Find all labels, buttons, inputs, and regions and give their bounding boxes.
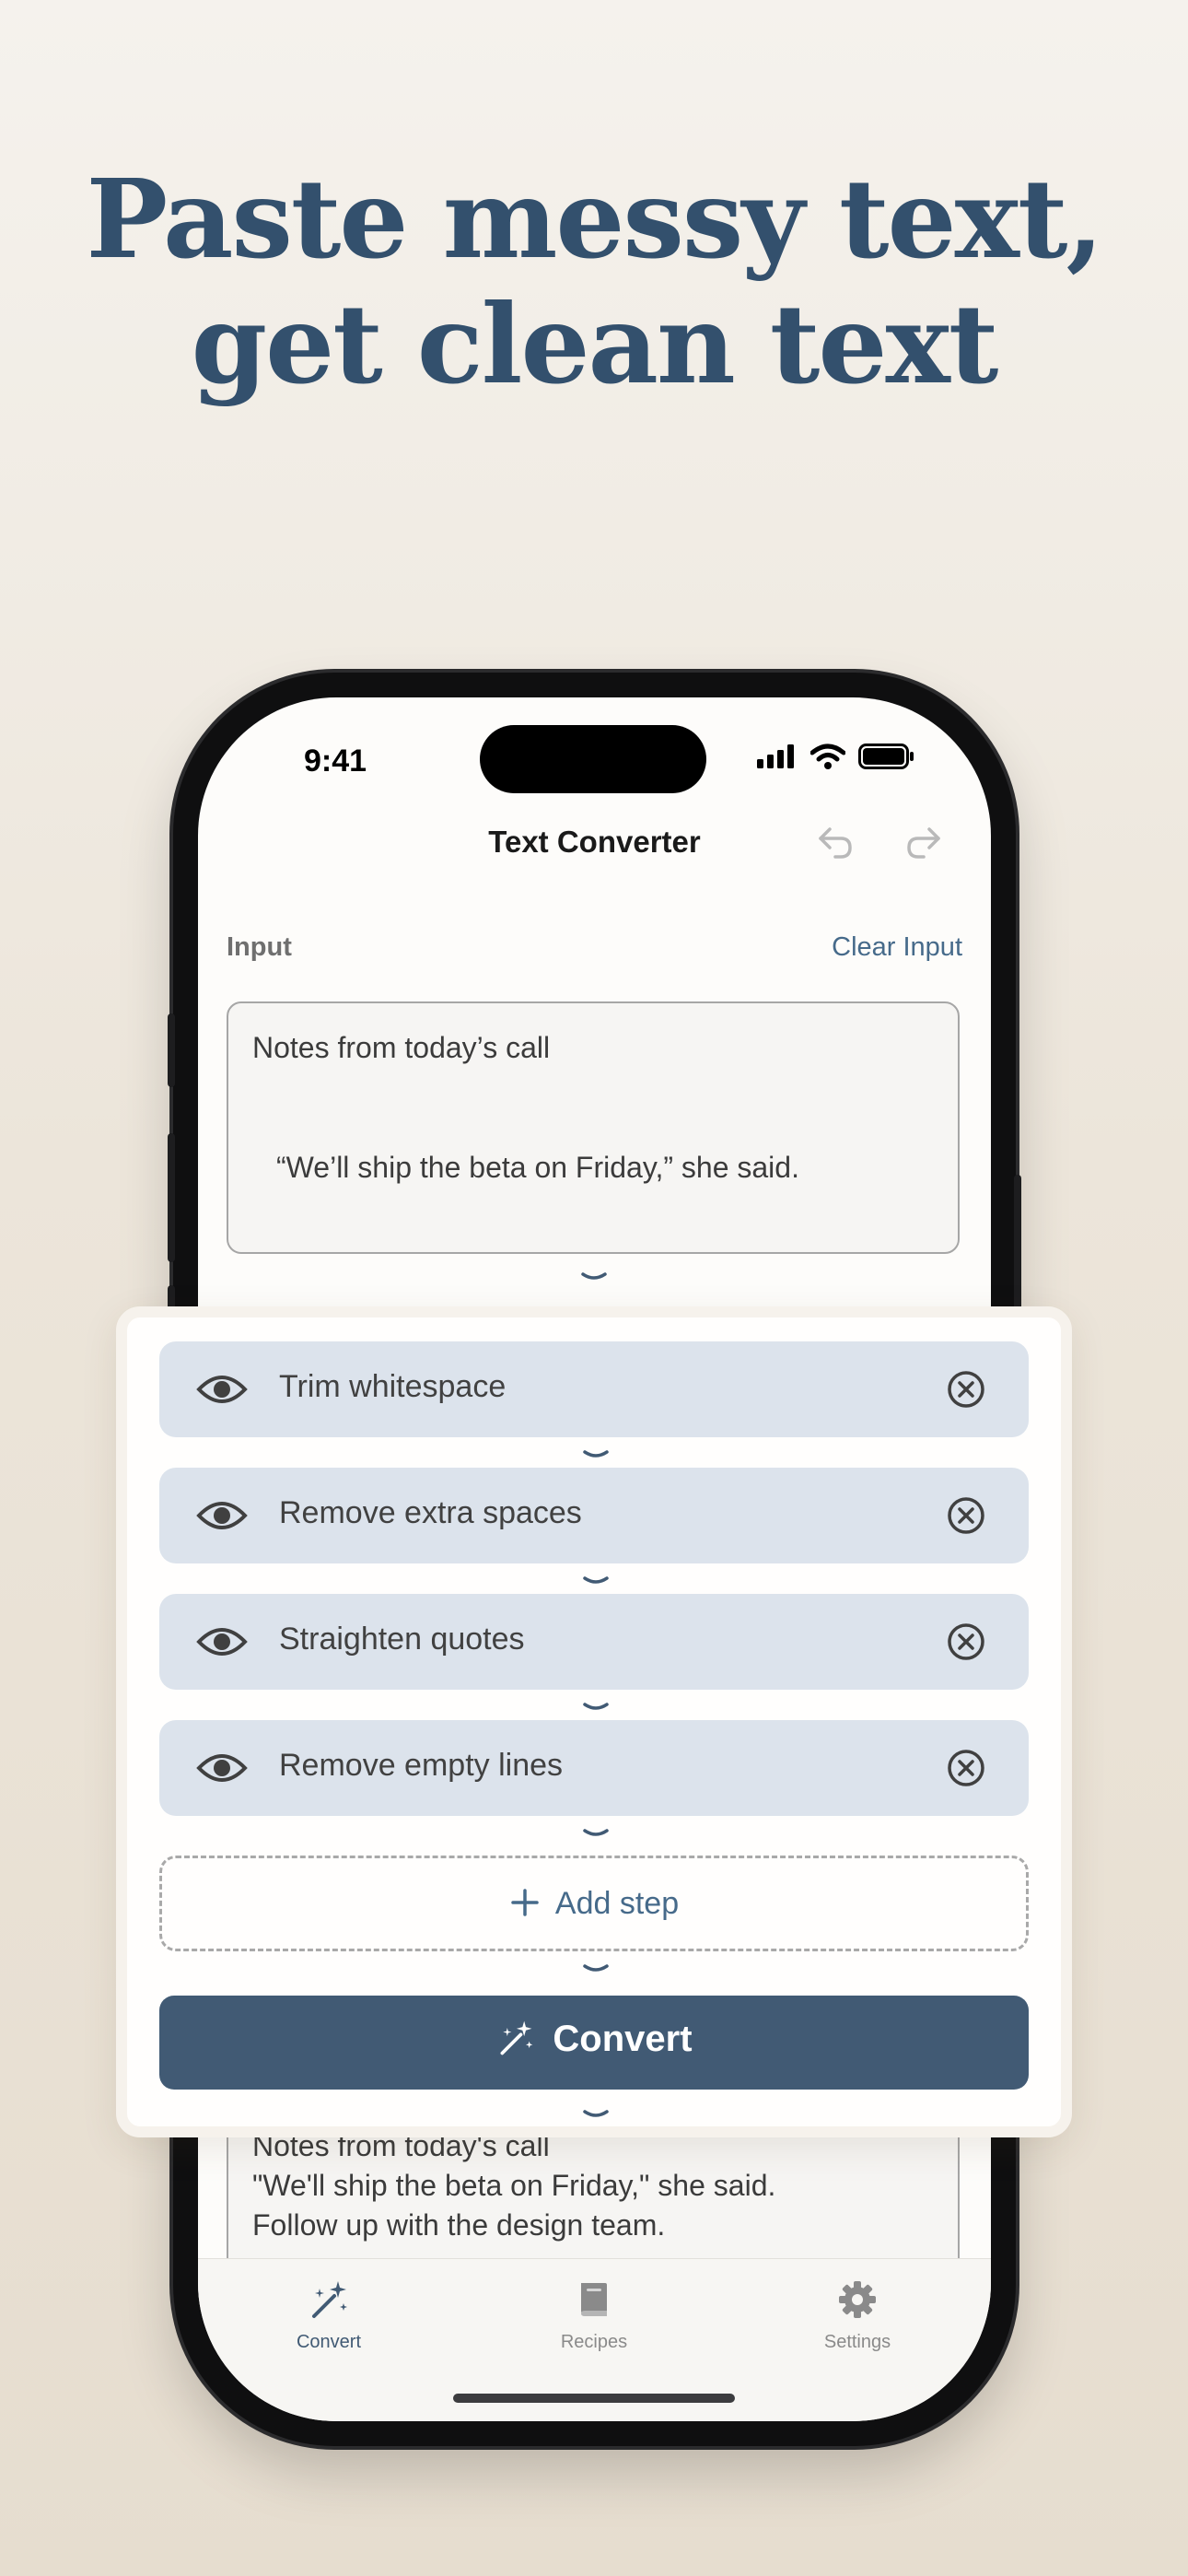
wifi-icon (810, 744, 845, 769)
eye-icon[interactable] (196, 1495, 248, 1536)
step-remove-extra-spaces[interactable]: Remove extra spaces (159, 1468, 1029, 1563)
step-remove-empty-lines[interactable]: Remove empty lines (159, 1720, 1029, 1816)
step-straighten-quotes[interactable]: Straighten quotes (159, 1594, 1029, 1690)
status-time: 9:41 (304, 744, 367, 779)
undo-icon[interactable] (813, 820, 857, 864)
step-label: Straighten quotes (279, 1622, 525, 1657)
volume-up-button (168, 1133, 175, 1262)
nav-title: Text Converter (488, 825, 701, 859)
book-icon (581, 2283, 607, 2316)
magic-wand-icon (500, 2020, 533, 2055)
input-label: Input (227, 932, 292, 962)
chevron-down-icon (583, 1450, 609, 1458)
chevron-down-icon (583, 1964, 609, 1972)
headline: Paste messy text, get clean text (0, 157, 1188, 407)
input-line-1: Notes from today’s call (252, 1031, 551, 1064)
dynamic-island (480, 725, 706, 793)
tab-convert-label: Convert (296, 2332, 362, 2352)
add-step-label: Add step (554, 1886, 680, 1921)
tab-convert[interactable]: Convert (237, 2277, 421, 2353)
clear-input-button[interactable]: Clear Input (832, 932, 962, 963)
step-label: Remove empty lines (279, 1748, 564, 1783)
output-line-3: Follow up with the design team. (252, 2208, 666, 2242)
status-icons (757, 744, 915, 769)
magic-wand-icon (312, 2281, 347, 2318)
headline-line-2: get clean text (191, 280, 999, 408)
chevron-down-icon (581, 1272, 607, 1280)
add-step-button[interactable]: Add step (159, 1856, 1029, 1951)
action-button (168, 1013, 175, 1087)
recipe-steps-card: Trim whitespace Remove extra spaces Stra… (116, 1306, 1072, 2137)
tab-recipes-label: Recipes (560, 2332, 628, 2352)
input-text-area[interactable]: Notes from today’s call “We’ll ship the … (227, 1001, 960, 1254)
plus-icon (511, 1889, 539, 1916)
chevron-down-icon (583, 1829, 609, 1836)
chevron-down-icon (583, 1703, 609, 1710)
chevron-down-icon (583, 2110, 609, 2117)
remove-step-icon[interactable] (946, 1369, 986, 1410)
home-indicator (453, 2394, 735, 2403)
signal-icon (757, 744, 794, 768)
battery-icon (858, 744, 914, 769)
output-line-2: "We'll ship the beta on Friday," she sai… (252, 2169, 776, 2202)
eye-icon[interactable] (196, 1748, 248, 1788)
convert-label: Convert (553, 2019, 693, 2059)
input-line-2: “We’ll ship the beta on Friday,” she sai… (276, 1151, 799, 1184)
tab-settings[interactable]: Settings (765, 2277, 949, 2353)
remove-step-icon[interactable] (946, 1495, 986, 1536)
gear-icon (839, 2281, 876, 2318)
remove-step-icon[interactable] (946, 1748, 986, 1788)
eye-icon[interactable] (196, 1369, 248, 1410)
tab-recipes[interactable]: Recipes (502, 2277, 686, 2353)
tab-settings-label: Settings (823, 2332, 891, 2352)
remove-step-icon[interactable] (946, 1622, 986, 1662)
redo-icon[interactable] (902, 820, 946, 864)
convert-button[interactable]: Convert (159, 1996, 1029, 2090)
step-label: Remove extra spaces (279, 1495, 582, 1530)
step-label: Trim whitespace (279, 1369, 507, 1404)
chevron-down-icon (583, 1576, 609, 1584)
step-trim-whitespace[interactable]: Trim whitespace (159, 1341, 1029, 1437)
eye-icon[interactable] (196, 1622, 248, 1662)
headline-line-1: Paste messy text, (86, 155, 1103, 283)
